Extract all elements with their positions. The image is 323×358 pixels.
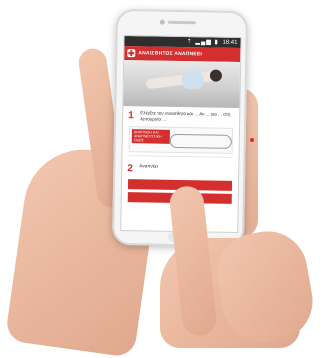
step-illustration: ΑΝΑΠΝΟΗ ΚΑΙ ΑΝΑΠΝΕΥΣΤΙΚΗ ΟΔΟΣ (128, 126, 234, 154)
step-text: Αναπνέει (139, 163, 158, 169)
red-dot-marker (250, 138, 254, 142)
status-time: 18:41 (222, 39, 238, 46)
step-number: 2 (127, 163, 133, 175)
app-title: ΑΝΑΙΣΘΗΤΟΣ ΑΝΑΠΝΕΕΙ (138, 50, 203, 58)
person-head (209, 69, 223, 82)
status-icons: ⇡ ▂▄▆ ▮ (186, 39, 219, 46)
step-1: 1 Ελέγξτε τον αναισθητο και ... Αν ... γ… (123, 106, 239, 126)
red-cross-logo-icon (127, 49, 136, 58)
illustration-badge: ΑΝΑΠΝΟΗ ΚΑΙ ΑΝΑΠΝΕΥΣΤΙΚΗ ΟΔΟΣ (131, 129, 170, 144)
step-2: 2 Αναπνέει (122, 159, 238, 178)
instruction-photo (123, 60, 241, 109)
photo-scene: ⇡ ▂▄▆ ▮ 18:41 ΑΝΑΙΣΘΗΤΟΣ ΑΝΑΠΝΕΕΙ 1 Ελέγ… (0, 0, 323, 358)
divider (128, 155, 233, 158)
responder-figure (181, 71, 204, 90)
speaker-grille (167, 20, 196, 25)
step-number: 1 (128, 110, 134, 122)
front-camera-icon (159, 19, 165, 25)
illustration-sketch (169, 133, 232, 149)
step-text: Ελέγξτε τον αναισθητο και ... Αν ... για… (140, 110, 231, 122)
